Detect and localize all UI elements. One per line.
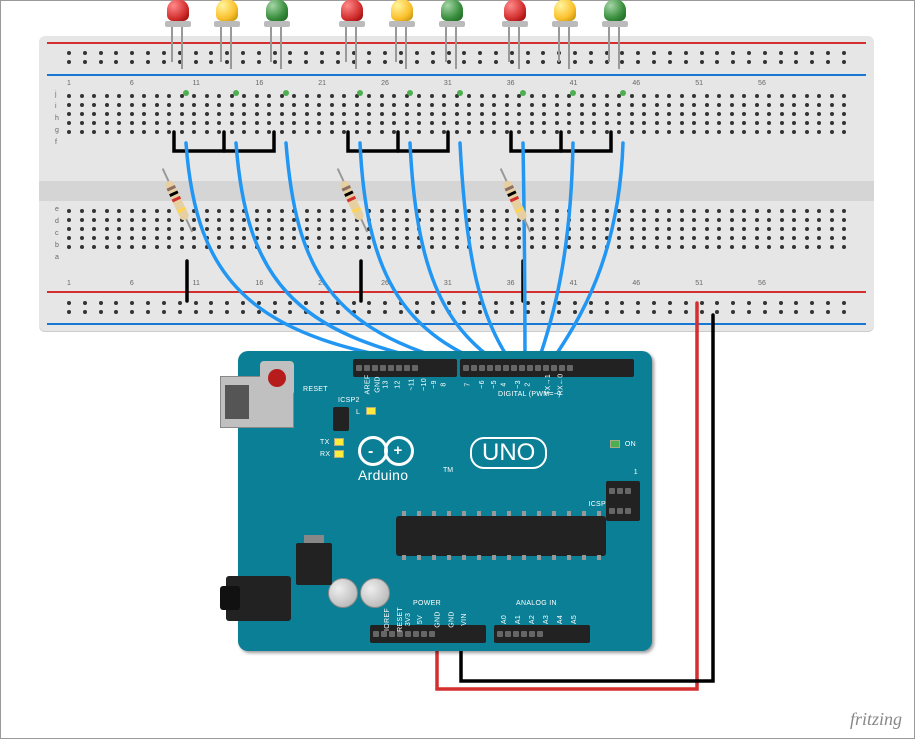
row-label: f bbox=[55, 139, 57, 146]
pin-label: RESET bbox=[397, 607, 404, 632]
tx-label: TX bbox=[320, 439, 330, 446]
atmega-chip bbox=[396, 516, 606, 556]
pin-label: ~3 bbox=[515, 380, 522, 389]
rx-label: RX bbox=[320, 451, 330, 458]
power-section-label: POWER bbox=[413, 600, 441, 607]
row-label: g bbox=[55, 127, 59, 134]
capacitor-icon bbox=[328, 578, 358, 608]
row-label: e bbox=[55, 206, 59, 213]
arduino-tm: TM bbox=[443, 467, 453, 474]
pin-label: ~10 bbox=[421, 378, 428, 391]
arduino-model: UNO bbox=[470, 437, 547, 469]
column-numbers-bottom: 1611162126313641465156 bbox=[67, 280, 846, 288]
row-label: a bbox=[55, 254, 59, 261]
pin-label: ~6 bbox=[479, 380, 486, 389]
pin-label: 3V3 bbox=[405, 613, 412, 626]
arduino-brand: Arduino bbox=[358, 467, 408, 483]
reset-label: RESET bbox=[303, 386, 328, 393]
pin-label: 8 bbox=[441, 382, 448, 386]
pin-label: VIN bbox=[461, 613, 468, 626]
fritzing-diagram: 1611162126313641465156 16111621263136414… bbox=[0, 0, 915, 739]
pin-label: A4 bbox=[557, 615, 564, 624]
power-rail-bottom bbox=[67, 298, 846, 319]
pin-label: 7 bbox=[465, 382, 472, 386]
pin-label: A0 bbox=[501, 615, 508, 624]
pin-label: A2 bbox=[529, 615, 536, 624]
row-label: d bbox=[55, 218, 59, 225]
pin-label: 4 bbox=[501, 382, 508, 386]
pin-label: ~11 bbox=[409, 378, 416, 390]
arduino-uno: RESET ICSP2 L TX RX ON ICSP 1 AREF GND 1… bbox=[238, 351, 652, 651]
analog-section-label: ANALOG IN bbox=[516, 600, 557, 607]
pin-label: ~5 bbox=[491, 380, 498, 389]
led-red-1 bbox=[164, 0, 192, 37]
pin-label: A5 bbox=[571, 615, 578, 624]
rx-led-icon bbox=[334, 450, 344, 458]
icsp-header bbox=[606, 481, 640, 521]
icsp2-header bbox=[333, 407, 349, 431]
row-label: c bbox=[55, 230, 59, 237]
voltage-regulator bbox=[296, 543, 332, 585]
pin-label: A3 bbox=[543, 615, 550, 624]
pin-label: AREF bbox=[364, 375, 371, 395]
row-label: h bbox=[55, 115, 59, 122]
pin-label: 5V bbox=[417, 615, 424, 624]
led-red-2 bbox=[338, 0, 366, 37]
pin-label: GND bbox=[449, 611, 456, 627]
analog-header bbox=[494, 625, 590, 643]
arduino-logo: - + bbox=[358, 436, 414, 466]
pin-label: IOREF bbox=[384, 608, 391, 631]
pin-label: 2 bbox=[525, 382, 532, 386]
pin-label: GND bbox=[435, 611, 442, 627]
on-label: ON bbox=[625, 441, 636, 448]
icsp2-label: ICSP2 bbox=[338, 397, 360, 404]
row-label: j bbox=[55, 91, 57, 98]
led-green-2 bbox=[438, 0, 466, 37]
digital-section-label: DIGITAL (PWM=~) bbox=[498, 391, 561, 398]
pin-label: A1 bbox=[515, 615, 522, 624]
led-green-3 bbox=[601, 0, 629, 37]
rail-line-blue bbox=[47, 74, 866, 76]
led-yellow-2 bbox=[388, 0, 416, 37]
pin-label: ~9 bbox=[431, 380, 438, 389]
rail-line-red-bottom bbox=[47, 291, 866, 293]
tx-led-icon bbox=[334, 438, 344, 446]
fritzing-credit: fritzing bbox=[850, 709, 902, 730]
led-yellow-1 bbox=[213, 0, 241, 37]
l-label: L bbox=[356, 409, 360, 416]
on-led-icon bbox=[610, 440, 620, 448]
led-green-1 bbox=[263, 0, 291, 37]
capacitor-icon bbox=[360, 578, 390, 608]
pin-label: GND bbox=[375, 376, 382, 392]
led-yellow-3 bbox=[551, 0, 579, 37]
led-red-3 bbox=[501, 0, 529, 37]
power-jack bbox=[226, 576, 291, 621]
row-label: b bbox=[55, 242, 59, 249]
reset-button bbox=[260, 361, 294, 395]
row-label: i bbox=[55, 103, 57, 110]
l-led-icon bbox=[366, 407, 376, 415]
one-label: 1 bbox=[634, 469, 638, 476]
icsp-label: ICSP bbox=[588, 501, 606, 508]
rail-line-blue-bottom bbox=[47, 323, 866, 325]
pin-label: 13 bbox=[383, 380, 390, 388]
tie-points-top bbox=[67, 91, 846, 139]
column-numbers-top: 1611162126313641465156 bbox=[67, 80, 846, 88]
pin-label: 12 bbox=[395, 380, 402, 388]
